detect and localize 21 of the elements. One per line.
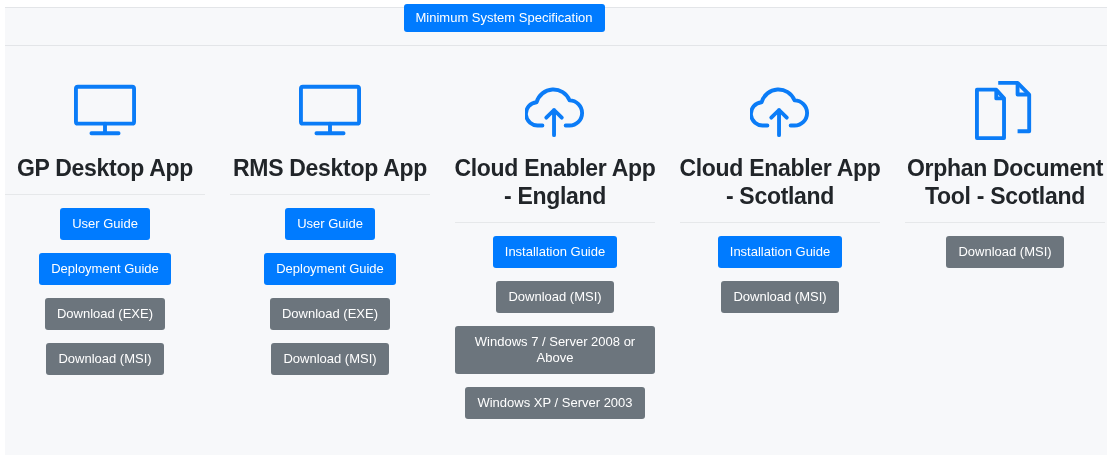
download-button[interactable]: Download (EXE) bbox=[269, 298, 391, 330]
download-button[interactable]: Download (MSI) bbox=[496, 281, 614, 313]
download-button[interactable]: Windows XP / Server 2003 bbox=[465, 387, 645, 419]
app-title: Cloud Enabler App - Scotland bbox=[678, 154, 882, 210]
download-button[interactable]: User Guide bbox=[285, 208, 375, 240]
download-button[interactable]: Deployment Guide bbox=[264, 253, 396, 285]
download-button[interactable]: Deployment Guide bbox=[39, 253, 171, 285]
download-button[interactable]: Download (EXE) bbox=[44, 298, 166, 330]
download-button[interactable]: Installation Guide bbox=[492, 236, 618, 268]
download-button[interactable]: Download (MSI) bbox=[721, 281, 839, 313]
download-button[interactable]: Windows 7 / Server 2008 or Above bbox=[455, 326, 655, 374]
download-button[interactable]: Installation Guide bbox=[717, 236, 843, 268]
specification-button[interactable]: Minimum System Specification bbox=[403, 4, 605, 32]
app-title: RMS Desktop App bbox=[232, 154, 428, 182]
app-title: Cloud Enabler App - England bbox=[453, 154, 657, 210]
download-button[interactable]: Download (MSI) bbox=[271, 343, 389, 375]
download-button[interactable]: Download (MSI) bbox=[946, 236, 1064, 268]
app-title: Orphan Document Tool - Scotland bbox=[905, 154, 1105, 210]
download-button[interactable]: User Guide bbox=[60, 208, 150, 240]
download-button[interactable]: Download (MSI) bbox=[46, 343, 164, 375]
app-title: GP Desktop App bbox=[16, 154, 194, 182]
